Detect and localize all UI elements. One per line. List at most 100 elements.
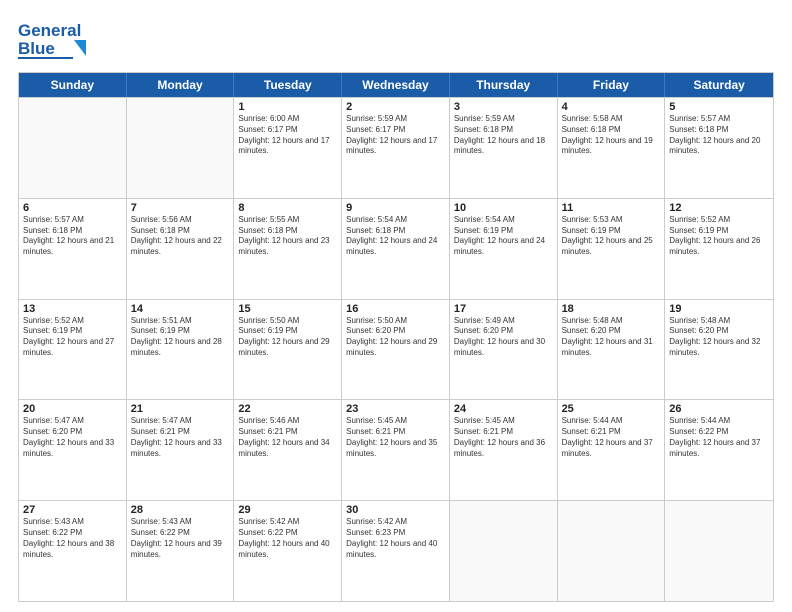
- cal-cell: 8Sunrise: 5:55 AM Sunset: 6:18 PM Daylig…: [234, 199, 342, 299]
- cal-cell: 20Sunrise: 5:47 AM Sunset: 6:20 PM Dayli…: [19, 400, 127, 500]
- day-info: Sunrise: 5:59 AM Sunset: 6:18 PM Dayligh…: [454, 114, 553, 157]
- day-info: Sunrise: 5:57 AM Sunset: 6:18 PM Dayligh…: [669, 114, 769, 157]
- day-info: Sunrise: 5:50 AM Sunset: 6:20 PM Dayligh…: [346, 316, 445, 359]
- cal-cell: 5Sunrise: 5:57 AM Sunset: 6:18 PM Daylig…: [665, 98, 773, 198]
- day-info: Sunrise: 5:54 AM Sunset: 6:18 PM Dayligh…: [346, 215, 445, 258]
- day-info: Sunrise: 5:45 AM Sunset: 6:21 PM Dayligh…: [454, 416, 553, 459]
- day-number: 14: [131, 303, 230, 315]
- cal-cell: 25Sunrise: 5:44 AM Sunset: 6:21 PM Dayli…: [558, 400, 666, 500]
- day-info: Sunrise: 5:45 AM Sunset: 6:21 PM Dayligh…: [346, 416, 445, 459]
- day-number: 1: [238, 101, 337, 113]
- header-day-friday: Friday: [558, 73, 666, 97]
- cal-cell: 6Sunrise: 5:57 AM Sunset: 6:18 PM Daylig…: [19, 199, 127, 299]
- day-number: 17: [454, 303, 553, 315]
- day-number: 2: [346, 101, 445, 113]
- cal-cell: 4Sunrise: 5:58 AM Sunset: 6:18 PM Daylig…: [558, 98, 666, 198]
- cal-cell: 26Sunrise: 5:44 AM Sunset: 6:22 PM Dayli…: [665, 400, 773, 500]
- day-info: Sunrise: 5:47 AM Sunset: 6:20 PM Dayligh…: [23, 416, 122, 459]
- logo: General Blue: [18, 18, 90, 62]
- week-row-4: 20Sunrise: 5:47 AM Sunset: 6:20 PM Dayli…: [19, 399, 773, 500]
- day-number: 21: [131, 403, 230, 415]
- day-number: 20: [23, 403, 122, 415]
- day-info: Sunrise: 5:52 AM Sunset: 6:19 PM Dayligh…: [669, 215, 769, 258]
- cal-cell: 10Sunrise: 5:54 AM Sunset: 6:19 PM Dayli…: [450, 199, 558, 299]
- header-day-tuesday: Tuesday: [234, 73, 342, 97]
- header-day-sunday: Sunday: [19, 73, 127, 97]
- cal-cell: 17Sunrise: 5:49 AM Sunset: 6:20 PM Dayli…: [450, 300, 558, 400]
- cal-cell: 21Sunrise: 5:47 AM Sunset: 6:21 PM Dayli…: [127, 400, 235, 500]
- day-number: 11: [562, 202, 661, 214]
- day-info: Sunrise: 5:44 AM Sunset: 6:22 PM Dayligh…: [669, 416, 769, 459]
- day-number: 19: [669, 303, 769, 315]
- day-info: Sunrise: 5:48 AM Sunset: 6:20 PM Dayligh…: [562, 316, 661, 359]
- day-number: 24: [454, 403, 553, 415]
- day-info: Sunrise: 5:52 AM Sunset: 6:19 PM Dayligh…: [23, 316, 122, 359]
- header-day-saturday: Saturday: [665, 73, 773, 97]
- cal-cell: [127, 98, 235, 198]
- cal-cell: 15Sunrise: 5:50 AM Sunset: 6:19 PM Dayli…: [234, 300, 342, 400]
- cal-cell: [19, 98, 127, 198]
- day-info: Sunrise: 5:53 AM Sunset: 6:19 PM Dayligh…: [562, 215, 661, 258]
- day-info: Sunrise: 5:54 AM Sunset: 6:19 PM Dayligh…: [454, 215, 553, 258]
- calendar-header: SundayMondayTuesdayWednesdayThursdayFrid…: [19, 73, 773, 97]
- day-number: 25: [562, 403, 661, 415]
- day-number: 27: [23, 504, 122, 516]
- cal-cell: [450, 501, 558, 601]
- day-number: 5: [669, 101, 769, 113]
- day-number: 10: [454, 202, 553, 214]
- calendar: SundayMondayTuesdayWednesdayThursdayFrid…: [18, 72, 774, 602]
- header-day-monday: Monday: [127, 73, 235, 97]
- cal-cell: 28Sunrise: 5:43 AM Sunset: 6:22 PM Dayli…: [127, 501, 235, 601]
- day-number: 28: [131, 504, 230, 516]
- cal-cell: 23Sunrise: 5:45 AM Sunset: 6:21 PM Dayli…: [342, 400, 450, 500]
- header-day-thursday: Thursday: [450, 73, 558, 97]
- day-number: 18: [562, 303, 661, 315]
- cal-cell: 14Sunrise: 5:51 AM Sunset: 6:19 PM Dayli…: [127, 300, 235, 400]
- day-info: Sunrise: 6:00 AM Sunset: 6:17 PM Dayligh…: [238, 114, 337, 157]
- cal-cell: 7Sunrise: 5:56 AM Sunset: 6:18 PM Daylig…: [127, 199, 235, 299]
- day-number: 12: [669, 202, 769, 214]
- day-info: Sunrise: 5:58 AM Sunset: 6:18 PM Dayligh…: [562, 114, 661, 157]
- svg-text:General: General: [18, 21, 81, 40]
- day-number: 15: [238, 303, 337, 315]
- header-day-wednesday: Wednesday: [342, 73, 450, 97]
- day-number: 23: [346, 403, 445, 415]
- day-info: Sunrise: 5:55 AM Sunset: 6:18 PM Dayligh…: [238, 215, 337, 258]
- day-number: 3: [454, 101, 553, 113]
- cal-cell: 1Sunrise: 6:00 AM Sunset: 6:17 PM Daylig…: [234, 98, 342, 198]
- day-number: 8: [238, 202, 337, 214]
- day-number: 7: [131, 202, 230, 214]
- day-number: 26: [669, 403, 769, 415]
- week-row-2: 6Sunrise: 5:57 AM Sunset: 6:18 PM Daylig…: [19, 198, 773, 299]
- day-info: Sunrise: 5:46 AM Sunset: 6:21 PM Dayligh…: [238, 416, 337, 459]
- cal-cell: 29Sunrise: 5:42 AM Sunset: 6:22 PM Dayli…: [234, 501, 342, 601]
- cal-cell: 16Sunrise: 5:50 AM Sunset: 6:20 PM Dayli…: [342, 300, 450, 400]
- cal-cell: [665, 501, 773, 601]
- day-info: Sunrise: 5:44 AM Sunset: 6:21 PM Dayligh…: [562, 416, 661, 459]
- day-info: Sunrise: 5:59 AM Sunset: 6:17 PM Dayligh…: [346, 114, 445, 157]
- week-row-5: 27Sunrise: 5:43 AM Sunset: 6:22 PM Dayli…: [19, 500, 773, 601]
- cal-cell: 19Sunrise: 5:48 AM Sunset: 6:20 PM Dayli…: [665, 300, 773, 400]
- day-info: Sunrise: 5:57 AM Sunset: 6:18 PM Dayligh…: [23, 215, 122, 258]
- page: General Blue SundayMondayTuesdayWednesda…: [0, 0, 792, 612]
- day-info: Sunrise: 5:48 AM Sunset: 6:20 PM Dayligh…: [669, 316, 769, 359]
- day-number: 16: [346, 303, 445, 315]
- day-number: 6: [23, 202, 122, 214]
- header: General Blue: [18, 18, 774, 62]
- calendar-body: 1Sunrise: 6:00 AM Sunset: 6:17 PM Daylig…: [19, 97, 773, 601]
- day-info: Sunrise: 5:50 AM Sunset: 6:19 PM Dayligh…: [238, 316, 337, 359]
- day-number: 13: [23, 303, 122, 315]
- day-number: 9: [346, 202, 445, 214]
- cal-cell: 3Sunrise: 5:59 AM Sunset: 6:18 PM Daylig…: [450, 98, 558, 198]
- week-row-3: 13Sunrise: 5:52 AM Sunset: 6:19 PM Dayli…: [19, 299, 773, 400]
- cal-cell: 24Sunrise: 5:45 AM Sunset: 6:21 PM Dayli…: [450, 400, 558, 500]
- cal-cell: [558, 501, 666, 601]
- logo-svg: General Blue: [18, 18, 90, 62]
- day-info: Sunrise: 5:49 AM Sunset: 6:20 PM Dayligh…: [454, 316, 553, 359]
- cal-cell: 18Sunrise: 5:48 AM Sunset: 6:20 PM Dayli…: [558, 300, 666, 400]
- cal-cell: 13Sunrise: 5:52 AM Sunset: 6:19 PM Dayli…: [19, 300, 127, 400]
- cal-cell: 9Sunrise: 5:54 AM Sunset: 6:18 PM Daylig…: [342, 199, 450, 299]
- day-info: Sunrise: 5:42 AM Sunset: 6:22 PM Dayligh…: [238, 517, 337, 560]
- day-info: Sunrise: 5:43 AM Sunset: 6:22 PM Dayligh…: [23, 517, 122, 560]
- week-row-1: 1Sunrise: 6:00 AM Sunset: 6:17 PM Daylig…: [19, 97, 773, 198]
